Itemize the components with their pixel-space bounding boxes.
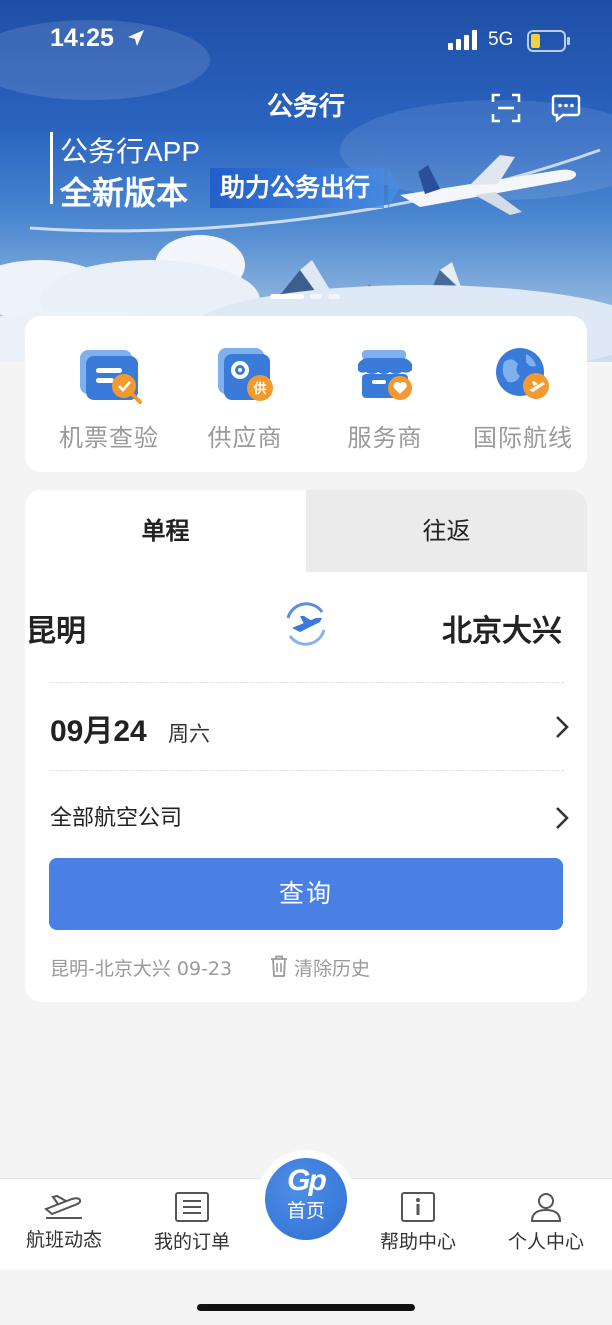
status-bar: 14:25 5G <box>0 0 612 80</box>
trash-icon[interactable] <box>270 955 288 977</box>
svg-text:供: 供 <box>252 381 266 397</box>
nav-label: 首页 <box>286 1200 325 1222</box>
banner-tag-arrow <box>388 168 400 208</box>
divider <box>50 770 564 771</box>
message-icon[interactable] <box>551 93 581 123</box>
battery-icon <box>527 30 570 52</box>
banner-tag: 助力公务出行 <box>210 168 385 208</box>
hero-banner[interactable]: 14:25 5G 公务行 公务行APP 全新版本 助力公务出行 <box>0 0 612 362</box>
chevron-right-icon <box>556 716 569 738</box>
help-center-icon <box>401 1192 435 1222</box>
quick-item-ticket-check[interactable]: 机票查验 <box>39 342 179 462</box>
quick-access-card: 机票查验 供 供应商 服务商 国际航线 <box>25 316 587 472</box>
departure-city[interactable]: 昆明 <box>26 606 86 650</box>
carousel-dot-active <box>270 294 304 299</box>
arrival-city[interactable]: 北京大兴 <box>442 606 562 650</box>
departure-date: 09月24 <box>50 715 147 748</box>
home-indicator[interactable] <box>197 1304 415 1311</box>
signal-bars-icon <box>448 30 477 50</box>
quick-item-service-provider[interactable]: 服务商 <box>315 342 455 462</box>
nav-item-profile[interactable]: 个人中心 <box>486 1179 606 1271</box>
quick-item-international-route[interactable]: 国际航线 <box>453 342 593 462</box>
quick-item-label: 供应商 <box>207 424 283 452</box>
nav-item-orders[interactable]: 我的订单 <box>132 1179 252 1271</box>
quick-item-label: 机票查验 <box>59 424 159 452</box>
nav-label: 帮助中心 <box>379 1231 456 1253</box>
service-provider-icon <box>358 350 412 400</box>
status-time: 14:25 <box>50 24 114 52</box>
chevron-right-icon <box>556 807 569 829</box>
divider <box>50 682 564 683</box>
banner-divider <box>50 132 53 204</box>
supplier-icon: 供 <box>218 348 273 401</box>
profile-icon <box>530 1193 562 1222</box>
clear-history-button[interactable]: 清除历史 <box>294 954 370 981</box>
network-type: 5G <box>488 29 514 50</box>
banner-subheadline: 全新版本 <box>60 174 189 212</box>
banner-headline: 公务行APP <box>60 136 201 167</box>
quick-item-supplier[interactable]: 供 供应商 <box>175 342 315 462</box>
swap-cities-icon[interactable] <box>280 598 332 650</box>
nav-label: 个人中心 <box>507 1231 584 1253</box>
nav-item-help-center[interactable]: 帮助中心 <box>358 1179 478 1271</box>
departure-weekday: 周六 <box>168 722 210 746</box>
ticket-check-icon <box>80 350 142 404</box>
search-history: 昆明-北京大兴 09-23 清除历史 <box>50 954 570 984</box>
nav-label: 航班动态 <box>25 1229 102 1251</box>
carousel-dot <box>328 294 340 299</box>
home-logo-icon: Gp <box>287 1164 327 1197</box>
international-route-icon <box>496 348 549 399</box>
quick-item-label: 服务商 <box>347 424 423 452</box>
nav-label: 我的订单 <box>153 1231 230 1253</box>
orders-icon <box>175 1192 209 1222</box>
nav-item-home[interactable]: Gp 首页 <box>265 1158 347 1240</box>
tab-one-way[interactable]: 单程 <box>25 490 306 572</box>
tab-round-trip[interactable]: 往返 <box>306 490 587 572</box>
nav-item-flight-status[interactable]: 航班动态 <box>4 1179 124 1271</box>
quick-item-label: 国际航线 <box>473 424 573 452</box>
airline-label: 全部航空公司 <box>50 806 183 831</box>
search-button[interactable]: 查询 <box>49 858 563 930</box>
history-item[interactable]: 昆明-北京大兴 09-23 <box>50 954 232 981</box>
scan-icon[interactable] <box>490 92 522 124</box>
date-selector[interactable]: 09月24 周六 <box>50 706 570 750</box>
carousel-dot <box>310 294 322 299</box>
flight-status-icon <box>44 1194 82 1219</box>
airline-selector[interactable]: 全部航空公司 <box>50 797 570 837</box>
location-arrow-icon <box>128 30 144 46</box>
